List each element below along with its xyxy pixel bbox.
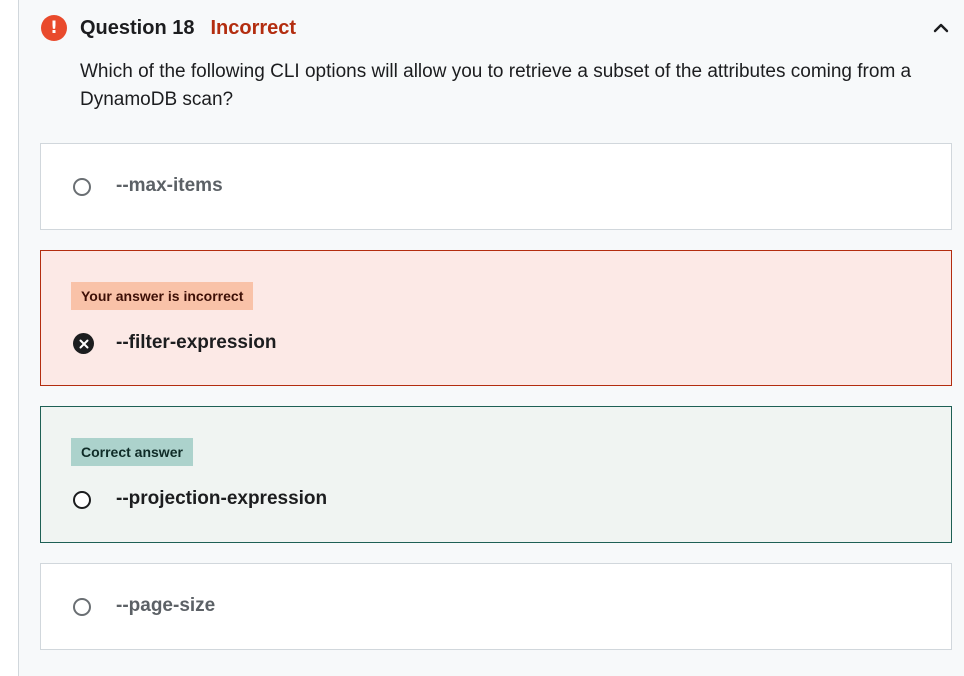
answer-option[interactable]: Correct answer --projection-expression xyxy=(40,406,952,543)
option-label: --max-items xyxy=(116,175,223,196)
exclamation-icon: ! xyxy=(41,15,67,41)
option-label: --filter-expression xyxy=(116,332,277,353)
x-circle-icon xyxy=(73,333,94,354)
correct-badge: Correct answer xyxy=(71,438,193,466)
radio-button[interactable] xyxy=(73,491,91,509)
answer-option[interactable]: --page-size xyxy=(40,563,952,650)
radio-button[interactable] xyxy=(73,598,91,616)
question-text: Which of the following CLI options will … xyxy=(80,61,912,110)
incorrect-badge: Your answer is incorrect xyxy=(71,282,254,310)
question-title: Question 18 xyxy=(80,16,195,39)
question-header: ! Question 18 Incorrect xyxy=(41,14,296,42)
option-label: --projection-expression xyxy=(116,488,328,509)
answer-option[interactable]: --max-items xyxy=(40,143,952,230)
question-panel: ! Question 18 Incorrect Which of the fol… xyxy=(18,0,964,676)
chevron-up-icon[interactable] xyxy=(931,18,951,38)
option-label: --page-size xyxy=(116,595,216,616)
answer-option[interactable]: Your answer is incorrect --filter-expres… xyxy=(40,250,952,386)
radio-button[interactable] xyxy=(73,178,91,196)
question-status: Incorrect xyxy=(210,16,297,39)
